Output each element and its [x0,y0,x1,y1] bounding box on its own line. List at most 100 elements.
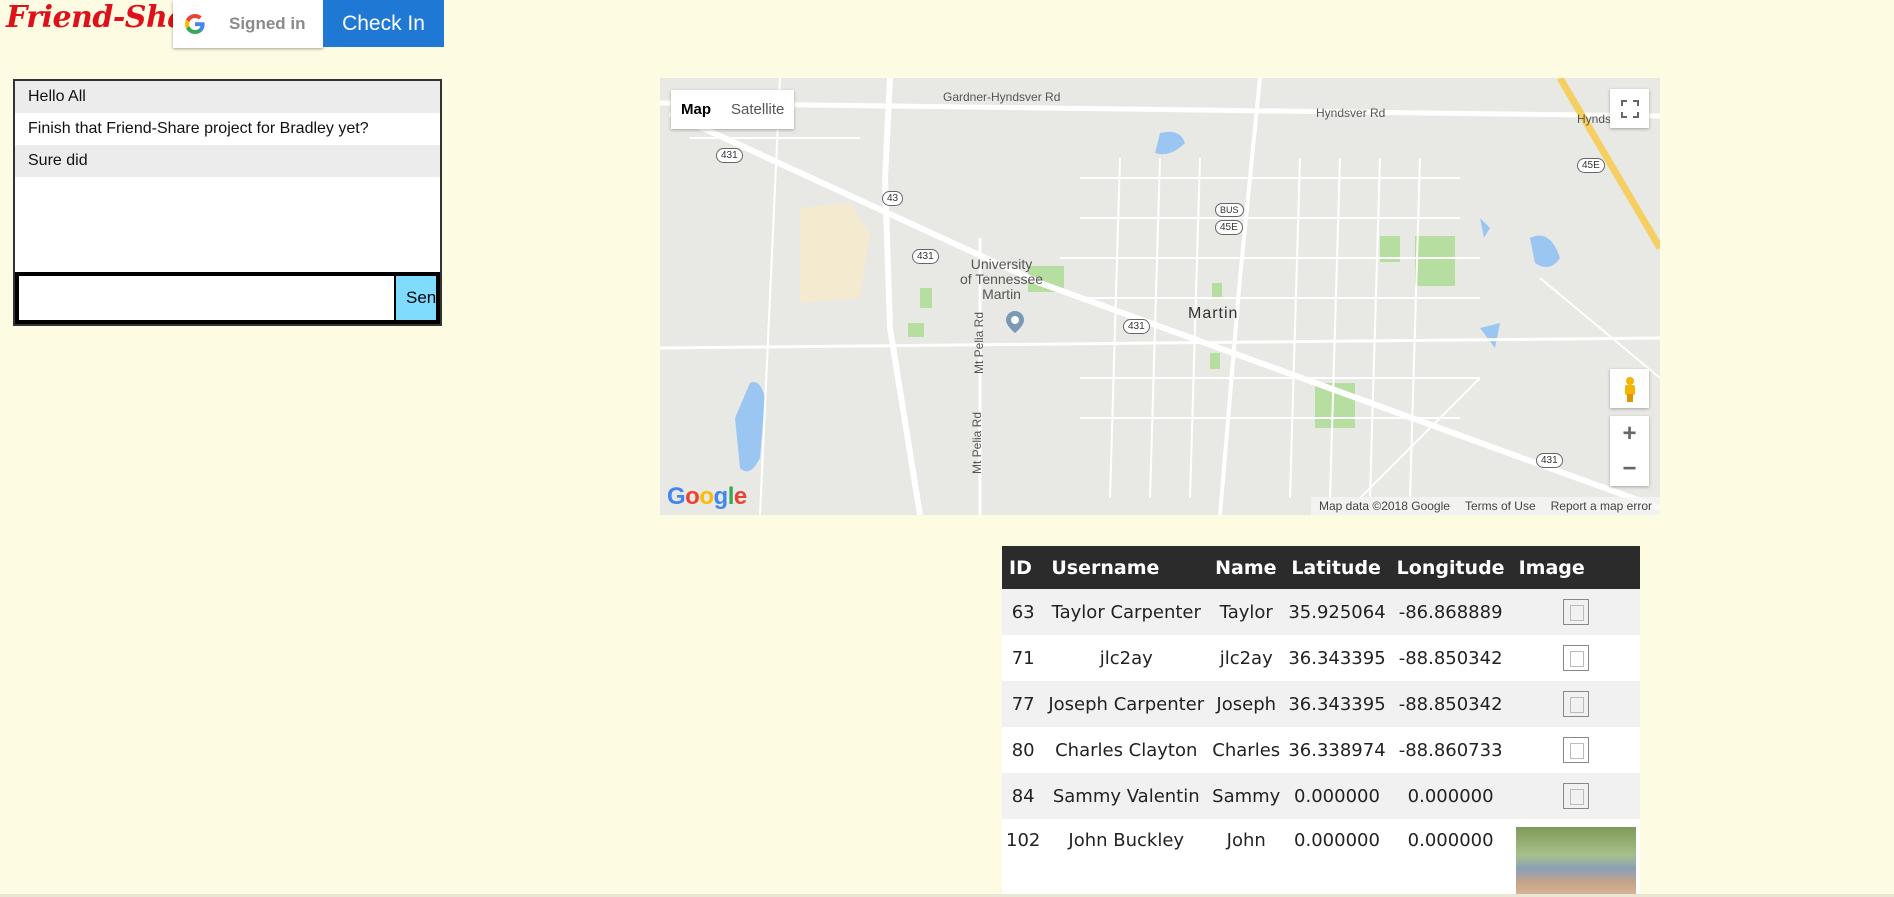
cell-id: 77 [1002,681,1045,727]
university-label: University of Tennessee Martin [960,257,1043,302]
cell-username: Sammy Valentin [1044,773,1209,819]
user-photo [1515,827,1636,897]
cell-longitude: -88.850342 [1389,635,1512,681]
check-in-button[interactable]: Check In [323,0,444,47]
road-label: Mt Pelia Rd [972,311,986,374]
users-table: ID Username Name Latitude Longitude Imag… [1002,546,1640,897]
google-g-icon [185,14,205,34]
map-type-map-button[interactable]: Map [671,90,721,129]
pegman-icon [1624,376,1635,402]
cell-username: jlc2ay [1044,635,1209,681]
cell-name: John [1208,819,1285,897]
column-header-longitude: Longitude [1389,546,1512,589]
chat-message: Hello All [15,81,440,113]
broken-image-icon [1562,599,1589,625]
cell-latitude: 36.343395 [1284,635,1390,681]
broken-image-icon [1562,737,1589,763]
route-shield: 45E [1577,158,1605,173]
route-shield: 45E [1215,220,1243,235]
road-label: Gardner-Hyndsver Rd [943,90,1061,104]
road-label: Mt Pelia Rd [970,411,984,474]
map-type-control: Map Satellite [671,90,795,129]
zoom-out-button[interactable]: − [1622,451,1636,486]
cell-id: 84 [1002,773,1045,819]
signin-status: Signed in [229,14,306,33]
column-header-username: Username [1044,546,1209,589]
cell-image [1511,681,1640,727]
table-row: 77 Joseph Carpenter Joseph 36.343395 -88… [1002,681,1640,727]
chat-message: Finish that Friend-Share project for Bra… [15,113,440,145]
cell-id: 80 [1002,727,1045,773]
chat-input[interactable] [19,276,396,320]
table-row: 71 jlc2ay jlc2ay 36.343395 -88.850342 [1002,635,1640,681]
cell-latitude: 36.338974 [1284,727,1390,773]
map-data-attribution: Map data ©2018 Google [1319,499,1450,513]
cell-id: 102 [1002,819,1045,897]
cell-name: jlc2ay [1208,635,1285,681]
column-header-latitude: Latitude [1284,546,1390,589]
cell-image [1511,819,1640,897]
google-signin-button[interactable]: Signed in [173,0,323,48]
cell-longitude: 0.000000 [1389,773,1512,819]
route-shield: 431 [716,148,743,163]
cell-name: Sammy [1208,773,1285,819]
broken-image-icon [1562,691,1589,717]
cell-image [1511,589,1640,635]
cell-latitude: 35.925064 [1284,589,1390,635]
cell-username: Taylor Carpenter [1044,589,1209,635]
route-shield: BUS [1215,203,1244,217]
university-label-line: University [970,256,1033,272]
chat-compose: Send [15,272,440,324]
column-header-id: ID [1002,546,1045,589]
zoom-control: + − [1610,416,1649,486]
send-button[interactable]: Send [396,276,436,320]
cell-latitude: 0.000000 [1284,773,1390,819]
cell-image [1511,727,1640,773]
table-row: 84 Sammy Valentin Sammy 0.000000 0.00000… [1002,773,1640,819]
map[interactable]: Gardner-Hyndsver Rd Hyndsver Rd Hyndsver… [660,78,1660,515]
cell-name: Taylor [1208,589,1285,635]
chat-message: Sure did [15,145,440,177]
university-label-line: of Tennessee [960,271,1044,287]
table-row: 102 John Buckley John 0.000000 0.000000 [1002,819,1640,897]
cell-longitude: -86.868889 [1389,589,1512,635]
cell-latitude: 36.343395 [1284,681,1390,727]
cell-name: Charles [1208,727,1285,773]
route-shield: 431 [912,249,939,264]
route-shield: 431 [1536,453,1563,468]
table-row: 63 Taylor Carpenter Taylor 35.925064 -86… [1002,589,1640,635]
cell-longitude: 0.000000 [1389,819,1512,897]
cell-name: Joseph [1208,681,1285,727]
cell-latitude: 0.000000 [1284,819,1390,897]
table-row: 80 Charles Clayton Charles 36.338974 -88… [1002,727,1640,773]
cell-username: John Buckley [1044,819,1209,897]
map-pin-icon[interactable] [1006,311,1024,333]
map-footer: Map data ©2018 Google Terms of Use Repor… [1311,497,1660,515]
fullscreen-icon [1620,99,1639,118]
cell-longitude: -88.850342 [1389,681,1512,727]
column-header-name: Name [1208,546,1285,589]
route-shield: 43 [882,191,904,206]
cell-username: Joseph Carpenter [1044,681,1209,727]
report-error-link[interactable]: Report a map error [1551,499,1652,513]
cell-id: 71 [1002,635,1045,681]
map-type-satellite-button[interactable]: Satellite [721,90,794,129]
cell-longitude: -88.860733 [1389,727,1512,773]
fullscreen-button[interactable] [1610,89,1649,128]
chat-panel: Hello All Finish that Friend-Share proje… [13,79,442,326]
broken-image-icon [1562,783,1589,809]
city-label: Martin [1188,305,1239,322]
university-label-line: Martin [982,286,1021,302]
cell-username: Charles Clayton [1044,727,1209,773]
street-view-button[interactable] [1610,369,1649,408]
cell-image [1511,635,1640,681]
zoom-in-button[interactable]: + [1622,416,1636,451]
map-canvas[interactable] [660,78,1660,515]
google-logo: Google [667,483,747,510]
cell-id: 63 [1002,589,1045,635]
road-label: Hyndsver Rd [1316,106,1386,120]
terms-link[interactable]: Terms of Use [1465,499,1536,513]
cell-image [1511,773,1640,819]
route-shield: 431 [1123,319,1150,334]
table-header-row: ID Username Name Latitude Longitude Imag… [1002,546,1640,589]
